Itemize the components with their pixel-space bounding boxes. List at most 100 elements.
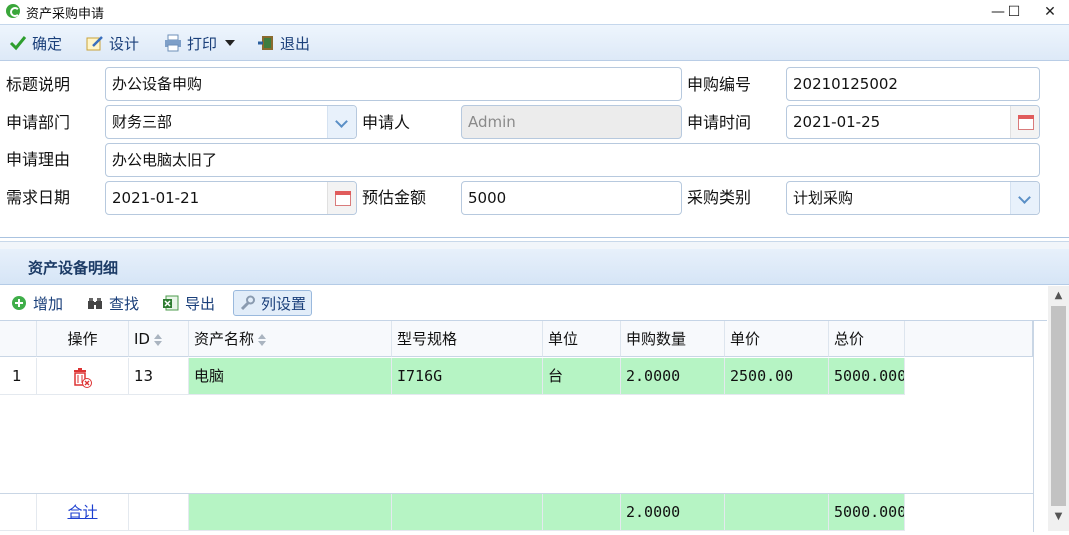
column-header-filler: [905, 321, 1033, 357]
checkmark-icon: [9, 34, 27, 52]
row-number: 1: [0, 358, 37, 395]
table-row[interactable]: 1 13 电脑 I716G 台 2.0000 2500.00 5000.000: [0, 358, 905, 395]
window-title: 资产采购申请: [26, 7, 105, 22]
exit-button[interactable]: 退出: [257, 31, 310, 55]
cell-id[interactable]: 13: [129, 358, 189, 395]
find-label: 查找: [109, 294, 140, 313]
cell-model[interactable]: I716G: [392, 358, 543, 395]
footer-total-sum: 5000.000: [829, 494, 905, 531]
scroll-up-arrow-icon[interactable]: ▲: [1048, 287, 1069, 305]
code-field[interactable]: 20210125002: [786, 67, 1040, 101]
amount-field[interactable]: 5000: [461, 181, 682, 215]
delete-row-button[interactable]: [37, 358, 129, 395]
type-value: 计划采购: [793, 189, 854, 207]
dept-value: 财务三部: [112, 113, 173, 131]
title-bar: 资产采购申请 — ☐ ✕: [0, 0, 1069, 24]
app-icon: [6, 4, 20, 18]
scroll-down-arrow-icon[interactable]: ▼: [1048, 508, 1069, 526]
code-label: 申购编号: [687, 75, 752, 94]
confirm-label: 确定: [32, 34, 63, 53]
grid-right-border: [1033, 321, 1034, 532]
type-label: 采购类别: [687, 188, 752, 207]
export-label: 导出: [185, 294, 216, 313]
footer-cell: [129, 494, 189, 531]
maximize-button[interactable]: ☐: [997, 0, 1031, 24]
detail-toolbar: 增加 查找 导出 列设置: [0, 286, 1047, 320]
footer-qty-sum: 2.0000: [621, 494, 725, 531]
close-button[interactable]: ✕: [1033, 0, 1067, 24]
column-header-id[interactable]: ID: [129, 321, 189, 357]
column-header-unit[interactable]: 单位: [543, 321, 621, 357]
reason-label: 申请理由: [6, 150, 71, 169]
wrench-icon: [239, 295, 255, 311]
chevron-down-icon[interactable]: [327, 106, 356, 138]
column-header-model[interactable]: 型号规格: [392, 321, 543, 357]
amount-label: 预估金额: [362, 188, 427, 207]
detail-title: 资产设备明细: [28, 259, 119, 277]
cell-name[interactable]: 电脑: [189, 358, 392, 395]
application-form: 标题说明 办公设备申购 申购编号 20210125002 申请部门 财务三部 申…: [0, 62, 1069, 238]
sort-icon[interactable]: [153, 333, 162, 346]
footer-row: 合计 2.0000 5000.000: [0, 493, 1033, 531]
column-settings-label: 列设置: [261, 294, 307, 313]
title-label: 标题说明: [6, 75, 71, 94]
column-header-name[interactable]: 资产名称: [189, 321, 392, 357]
footer-blank: [0, 494, 37, 531]
footer-cell: [189, 494, 392, 531]
print-button[interactable]: 打印: [164, 31, 236, 55]
need-date-value: 2021-01-21: [112, 189, 200, 207]
column-header-total[interactable]: 总价: [829, 321, 905, 357]
chevron-down-icon[interactable]: [225, 40, 236, 46]
exit-door-icon: [257, 34, 275, 52]
footer-cell: [392, 494, 543, 531]
footer-total-label: 合计: [67, 503, 98, 521]
dept-select[interactable]: 财务三部: [105, 105, 357, 139]
apply-time-value: 2021-01-25: [793, 113, 881, 131]
column-header-name-label: 资产名称: [194, 330, 255, 348]
footer-cell: [725, 494, 829, 531]
cell-total[interactable]: 5000.000: [829, 358, 905, 395]
detail-panel-header: 资产设备明细: [0, 249, 1069, 285]
column-settings-button[interactable]: 列设置: [233, 290, 313, 316]
applicant-label: 申请人: [362, 113, 411, 132]
footer-total-link[interactable]: 合计: [37, 494, 129, 531]
column-header-id-label: ID: [134, 330, 150, 348]
chevron-down-icon[interactable]: [1010, 182, 1039, 214]
calendar-icon[interactable]: [1010, 106, 1039, 138]
sort-icon[interactable]: [258, 333, 267, 346]
cell-unit[interactable]: 台: [543, 358, 621, 395]
need-date-field[interactable]: 2021-01-21: [105, 181, 357, 215]
detail-grid: 操作 ID 资产名称 型号规格 单位 申购数量 单价 总价 1 13 电脑 I7…: [0, 320, 1047, 532]
design-label: 设计: [109, 34, 140, 53]
column-header-action[interactable]: 操作: [37, 321, 129, 357]
cell-qty[interactable]: 2.0000: [621, 358, 725, 395]
need-date-label: 需求日期: [6, 188, 71, 207]
panel-splitter[interactable]: [0, 241, 1069, 249]
print-label: 打印: [187, 34, 218, 53]
add-label: 增加: [33, 294, 64, 313]
exit-label: 退出: [280, 34, 311, 53]
column-header-price[interactable]: 单价: [725, 321, 829, 357]
plus-circle-icon: [11, 295, 27, 311]
reason-field[interactable]: 办公电脑太旧了: [105, 143, 1040, 177]
add-button[interactable]: 增加: [6, 290, 68, 316]
column-header-qty[interactable]: 申购数量: [621, 321, 725, 357]
dept-label: 申请部门: [6, 113, 71, 132]
confirm-button[interactable]: 确定: [9, 31, 62, 55]
export-button[interactable]: 导出: [158, 290, 220, 316]
edit-icon: [86, 34, 104, 52]
title-field[interactable]: 办公设备申购: [105, 67, 682, 101]
design-button[interactable]: 设计: [86, 31, 139, 55]
cell-price[interactable]: 2500.00: [725, 358, 829, 395]
excel-icon: [163, 295, 179, 311]
find-button[interactable]: 查找: [82, 290, 144, 316]
trash-delete-icon: [71, 366, 93, 388]
scrollbar-thumb[interactable]: [1051, 306, 1066, 506]
row-number-header: [0, 321, 37, 357]
calendar-icon[interactable]: [327, 182, 356, 214]
apply-time-field[interactable]: 2021-01-25: [786, 105, 1040, 139]
main-toolbar: 确定 设计 打印 退出: [0, 24, 1069, 61]
binoculars-icon: [87, 295, 103, 311]
type-select[interactable]: 计划采购: [786, 181, 1040, 215]
apply-time-label: 申请时间: [687, 113, 752, 132]
